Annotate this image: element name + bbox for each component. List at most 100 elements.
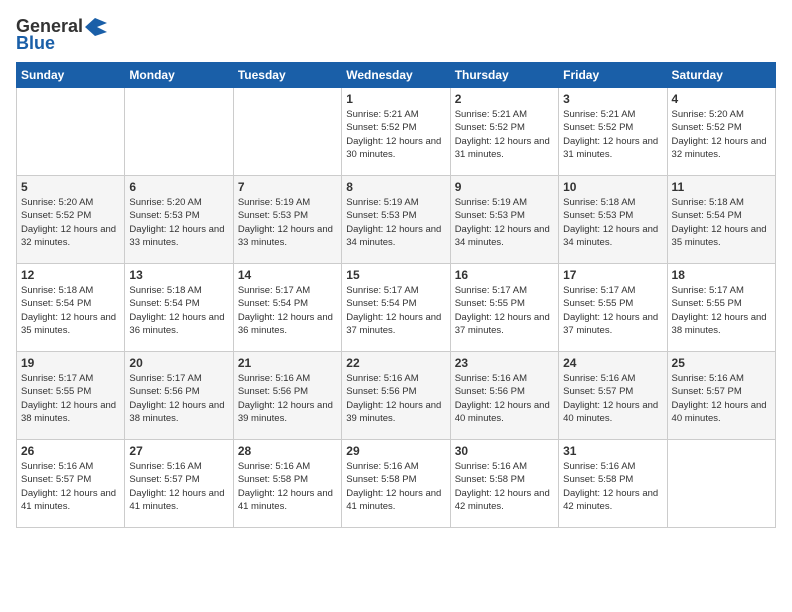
- calendar-cell: 21 Sunrise: 5:16 AMSunset: 5:56 PMDayligh…: [233, 352, 341, 440]
- calendar-cell: 27 Sunrise: 5:16 AMSunset: 5:57 PMDayligh…: [125, 440, 233, 528]
- day-number: 2: [455, 92, 554, 106]
- calendar-cell: 18Sunrise: 5:17 AMSunset: 5:55 PMDayligh…: [667, 264, 775, 352]
- calendar-cell: 1 Sunrise: 5:21 AMSunset: 5:52 PMDaylight…: [342, 88, 450, 176]
- day-number: 31: [563, 444, 662, 458]
- calendar-week-row: 5 Sunrise: 5:20 AMSunset: 5:52 PMDaylight…: [17, 176, 776, 264]
- calendar-cell: 28 Sunrise: 5:16 AMSunset: 5:58 PMDayligh…: [233, 440, 341, 528]
- day-number: 13: [129, 268, 228, 282]
- day-info: Sunrise: 5:17 AMSunset: 5:55 PMDaylight:…: [672, 284, 771, 337]
- day-number: 6: [129, 180, 228, 194]
- calendar-cell: [125, 88, 233, 176]
- calendar-cell: 29 Sunrise: 5:16 AMSunset: 5:58 PMDayligh…: [342, 440, 450, 528]
- day-number: 1: [346, 92, 445, 106]
- day-number: 29: [346, 444, 445, 458]
- calendar-cell: 16Sunrise: 5:17 AMSunset: 5:55 PMDayligh…: [450, 264, 558, 352]
- day-info: Sunrise: 5:20 AMSunset: 5:52 PMDaylight:…: [21, 196, 120, 249]
- day-number: 14: [238, 268, 337, 282]
- weekday-header-tuesday: Tuesday: [233, 63, 341, 88]
- calendar-cell: 30 Sunrise: 5:16 AMSunset: 5:58 PMDayligh…: [450, 440, 558, 528]
- day-info: Sunrise: 5:16 AMSunset: 5:56 PMDaylight:…: [238, 372, 337, 425]
- day-info: Sunrise: 5:16 AMSunset: 5:57 PMDaylight:…: [129, 460, 228, 513]
- weekday-header-saturday: Saturday: [667, 63, 775, 88]
- calendar-cell: 25 Sunrise: 5:16 AMSunset: 5:57 PMDayligh…: [667, 352, 775, 440]
- day-number: 21: [238, 356, 337, 370]
- day-info: Sunrise: 5:21 AMSunset: 5:52 PMDaylight:…: [346, 108, 445, 161]
- day-number: 27: [129, 444, 228, 458]
- weekday-header-monday: Monday: [125, 63, 233, 88]
- calendar-cell: 24Sunrise: 5:16 AMSunset: 5:57 PMDayligh…: [559, 352, 667, 440]
- day-number: 5: [21, 180, 120, 194]
- day-info: Sunrise: 5:16 AMSunset: 5:56 PMDaylight:…: [346, 372, 445, 425]
- logo-text-blue: Blue: [16, 33, 55, 54]
- day-number: 22: [346, 356, 445, 370]
- day-number: 9: [455, 180, 554, 194]
- day-info: Sunrise: 5:20 AMSunset: 5:52 PMDaylight:…: [672, 108, 771, 161]
- day-number: 30: [455, 444, 554, 458]
- calendar-cell: 6Sunrise: 5:20 AMSunset: 5:53 PMDaylight…: [125, 176, 233, 264]
- day-number: 4: [672, 92, 771, 106]
- day-info: Sunrise: 5:21 AMSunset: 5:52 PMDaylight:…: [455, 108, 554, 161]
- day-info: Sunrise: 5:18 AMSunset: 5:54 PMDaylight:…: [129, 284, 228, 337]
- day-info: Sunrise: 5:16 AMSunset: 5:58 PMDaylight:…: [563, 460, 662, 513]
- day-info: Sunrise: 5:19 AMSunset: 5:53 PMDaylight:…: [455, 196, 554, 249]
- day-info: Sunrise: 5:17 AMSunset: 5:54 PMDaylight:…: [346, 284, 445, 337]
- weekday-header-row: SundayMondayTuesdayWednesdayThursdayFrid…: [17, 63, 776, 88]
- calendar-cell: [667, 440, 775, 528]
- weekday-header-wednesday: Wednesday: [342, 63, 450, 88]
- day-number: 28: [238, 444, 337, 458]
- day-number: 12: [21, 268, 120, 282]
- day-number: 7: [238, 180, 337, 194]
- day-info: Sunrise: 5:16 AMSunset: 5:57 PMDaylight:…: [672, 372, 771, 425]
- calendar-cell: 5 Sunrise: 5:20 AMSunset: 5:52 PMDaylight…: [17, 176, 125, 264]
- calendar-cell: 31 Sunrise: 5:16 AMSunset: 5:58 PMDayligh…: [559, 440, 667, 528]
- calendar-cell: 17Sunrise: 5:17 AMSunset: 5:55 PMDayligh…: [559, 264, 667, 352]
- calendar-cell: 13 Sunrise: 5:18 AMSunset: 5:54 PMDayligh…: [125, 264, 233, 352]
- day-number: 16: [455, 268, 554, 282]
- calendar-cell: [233, 88, 341, 176]
- day-info: Sunrise: 5:16 AMSunset: 5:58 PMDaylight:…: [238, 460, 337, 513]
- weekday-header-thursday: Thursday: [450, 63, 558, 88]
- day-info: Sunrise: 5:17 AMSunset: 5:56 PMDaylight:…: [129, 372, 228, 425]
- calendar-cell: 19Sunrise: 5:17 AMSunset: 5:55 PMDayligh…: [17, 352, 125, 440]
- day-info: Sunrise: 5:18 AMSunset: 5:54 PMDaylight:…: [672, 196, 771, 249]
- day-number: 3: [563, 92, 662, 106]
- calendar-week-row: 1 Sunrise: 5:21 AMSunset: 5:52 PMDaylight…: [17, 88, 776, 176]
- calendar-cell: 22 Sunrise: 5:16 AMSunset: 5:56 PMDayligh…: [342, 352, 450, 440]
- day-info: Sunrise: 5:16 AMSunset: 5:56 PMDaylight:…: [455, 372, 554, 425]
- header: General Blue: [16, 16, 776, 54]
- calendar-cell: 7 Sunrise: 5:19 AMSunset: 5:53 PMDaylight…: [233, 176, 341, 264]
- calendar-cell: 9 Sunrise: 5:19 AMSunset: 5:53 PMDaylight…: [450, 176, 558, 264]
- calendar-week-row: 26 Sunrise: 5:16 AMSunset: 5:57 PMDayligh…: [17, 440, 776, 528]
- day-info: Sunrise: 5:16 AMSunset: 5:58 PMDaylight:…: [455, 460, 554, 513]
- calendar-cell: 23 Sunrise: 5:16 AMSunset: 5:56 PMDayligh…: [450, 352, 558, 440]
- calendar-cell: 11 Sunrise: 5:18 AMSunset: 5:54 PMDayligh…: [667, 176, 775, 264]
- calendar-cell: 20Sunrise: 5:17 AMSunset: 5:56 PMDayligh…: [125, 352, 233, 440]
- day-info: Sunrise: 5:21 AMSunset: 5:52 PMDaylight:…: [563, 108, 662, 161]
- calendar-cell: 26 Sunrise: 5:16 AMSunset: 5:57 PMDayligh…: [17, 440, 125, 528]
- day-number: 15: [346, 268, 445, 282]
- calendar-week-row: 12 Sunrise: 5:18 AMSunset: 5:54 PMDayligh…: [17, 264, 776, 352]
- day-number: 8: [346, 180, 445, 194]
- calendar-table: SundayMondayTuesdayWednesdayThursdayFrid…: [16, 62, 776, 528]
- calendar-cell: 3 Sunrise: 5:21 AMSunset: 5:52 PMDaylight…: [559, 88, 667, 176]
- calendar-cell: 12 Sunrise: 5:18 AMSunset: 5:54 PMDayligh…: [17, 264, 125, 352]
- logo: General Blue: [16, 16, 107, 54]
- calendar-week-row: 19Sunrise: 5:17 AMSunset: 5:55 PMDayligh…: [17, 352, 776, 440]
- weekday-header-friday: Friday: [559, 63, 667, 88]
- day-info: Sunrise: 5:17 AMSunset: 5:54 PMDaylight:…: [238, 284, 337, 337]
- day-number: 19: [21, 356, 120, 370]
- calendar-cell: 8 Sunrise: 5:19 AMSunset: 5:53 PMDaylight…: [342, 176, 450, 264]
- calendar-cell: 14 Sunrise: 5:17 AMSunset: 5:54 PMDayligh…: [233, 264, 341, 352]
- calendar-cell: 2 Sunrise: 5:21 AMSunset: 5:52 PMDaylight…: [450, 88, 558, 176]
- day-info: Sunrise: 5:18 AMSunset: 5:54 PMDaylight:…: [21, 284, 120, 337]
- day-info: Sunrise: 5:16 AMSunset: 5:57 PMDaylight:…: [563, 372, 662, 425]
- day-info: Sunrise: 5:16 AMSunset: 5:58 PMDaylight:…: [346, 460, 445, 513]
- day-number: 17: [563, 268, 662, 282]
- day-number: 26: [21, 444, 120, 458]
- day-info: Sunrise: 5:16 AMSunset: 5:57 PMDaylight:…: [21, 460, 120, 513]
- day-info: Sunrise: 5:19 AMSunset: 5:53 PMDaylight:…: [346, 196, 445, 249]
- day-number: 25: [672, 356, 771, 370]
- day-number: 23: [455, 356, 554, 370]
- day-number: 11: [672, 180, 771, 194]
- day-info: Sunrise: 5:19 AMSunset: 5:53 PMDaylight:…: [238, 196, 337, 249]
